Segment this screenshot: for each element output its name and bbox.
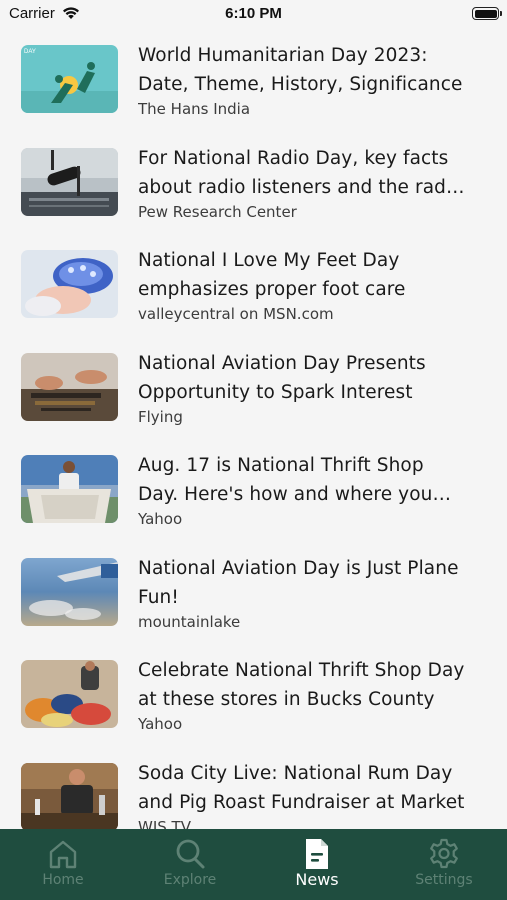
tab-home[interactable]: Home: [0, 829, 126, 900]
news-source: Yahoo: [138, 510, 183, 528]
tab-bar: Home Explore News Settings: [0, 829, 507, 900]
news-source: The Hans India: [138, 100, 251, 118]
thumb-aviation-mechanic: [21, 352, 118, 421]
news-item[interactable]: For National Radio Day, key facts about …: [0, 140, 507, 243]
news-headline[interactable]: Celebrate National Thrift Shop Day at th…: [138, 656, 468, 714]
news-item[interactable]: Aug. 17 is National Thrift Shop Day. Her…: [0, 447, 507, 550]
news-item[interactable]: DAY World Humanitarian Day 2023: Date, T…: [0, 37, 507, 140]
thumb-foot-care: [21, 250, 118, 318]
news-item[interactable]: National Aviation Day Presents Opportuni…: [0, 345, 507, 448]
tab-explore[interactable]: Explore: [127, 829, 253, 900]
svg-text:DAY: DAY: [24, 49, 36, 55]
clock: 6:10 PM: [225, 5, 282, 22]
status-bar: Carrier 6:10 PM: [0, 0, 507, 30]
news-headline[interactable]: World Humanitarian Day 2023: Date, Theme…: [138, 41, 468, 99]
tab-settings[interactable]: Settings: [381, 829, 507, 900]
search-icon: [127, 837, 253, 871]
news-headline[interactable]: National Aviation Day Presents Opportuni…: [138, 349, 468, 407]
tab-label: Explore: [163, 872, 217, 888]
news-source: Pew Research Center: [138, 202, 297, 221]
gear-icon: [381, 837, 507, 871]
news-headline[interactable]: Soda City Live: National Rum Day and Pig…: [138, 759, 468, 817]
news-source: mountainlake: [138, 612, 241, 631]
news-headline[interactable]: National I Love My Feet Day emphasizes p…: [138, 246, 468, 304]
news-headline[interactable]: Aug. 17 is National Thrift Shop Day. Her…: [138, 451, 468, 509]
news-item[interactable]: National Aviation Day is Just Plane Fun!…: [0, 550, 507, 653]
news-source: valleycentral on MSN.com: [138, 305, 334, 323]
home-icon: [0, 837, 126, 871]
battery-icon: [472, 7, 502, 20]
tab-news[interactable]: News: [254, 829, 380, 900]
thumb-thrift-clothes: [21, 660, 118, 728]
tab-label: Home: [42, 872, 84, 888]
news-item[interactable]: Celebrate National Thrift Shop Day at th…: [0, 652, 507, 755]
news-headline[interactable]: For National Radio Day, key facts about …: [138, 144, 468, 202]
news-screen: Carrier 6:10 PM DAY World Humanitarian D…: [0, 0, 507, 900]
thumb-bartender: [21, 762, 118, 831]
thumb-airplane-wing: [21, 557, 118, 626]
tab-label: News: [295, 870, 339, 889]
news-list[interactable]: DAY World Humanitarian Day 2023: Date, T…: [0, 37, 507, 857]
thumb-humanitarian: DAY: [21, 45, 118, 113]
news-item[interactable]: National I Love My Feet Day emphasizes p…: [0, 242, 507, 345]
news-source: Yahoo: [138, 715, 183, 733]
thumb-radio-mic: [21, 147, 118, 216]
news-headline[interactable]: National Aviation Day is Just Plane Fun!: [138, 554, 468, 612]
thumb-thrift-person: [21, 455, 118, 523]
tab-label: Settings: [415, 872, 473, 888]
news-icon: [254, 837, 380, 871]
news-source: Flying: [138, 407, 183, 426]
